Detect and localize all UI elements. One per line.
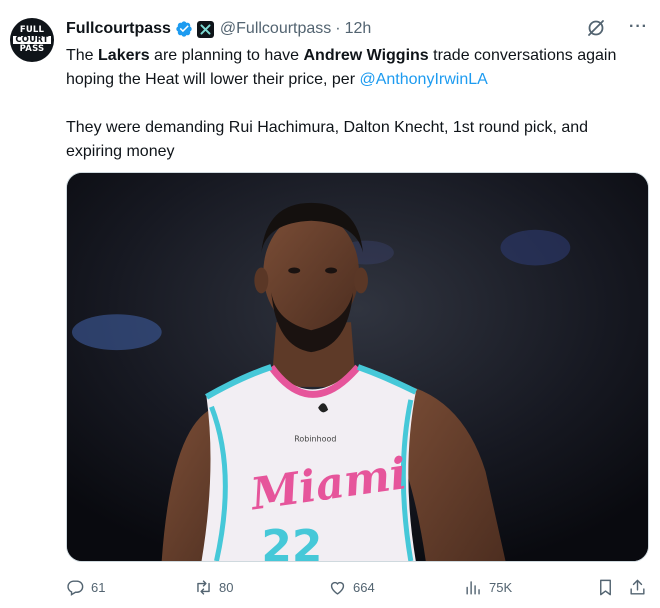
views-count: 75K (489, 580, 513, 595)
tweet-header: Fullcourtpass @Fullcourtpass · 12h ··· (66, 18, 650, 40)
views-chart-icon (466, 581, 480, 595)
share-icon (630, 579, 645, 595)
avatar[interactable]: FULL COURT PASS (10, 18, 54, 62)
repost-icon (197, 580, 210, 595)
bookmark-button[interactable] (596, 578, 621, 597)
text-segment: are planning to have (149, 47, 304, 64)
tweet-timestamp[interactable]: 12h (345, 20, 372, 38)
author-name[interactable]: Fullcourtpass (66, 20, 171, 38)
bookmark-icon (600, 579, 611, 596)
tweet-image[interactable]: Miami Robinhood 22 (66, 172, 649, 562)
separator-dot: · (335, 20, 341, 37)
reply-button[interactable]: 61 (66, 578, 105, 597)
like-button[interactable]: 664 (328, 578, 375, 597)
avatar-text-line2: COURT (13, 34, 51, 45)
jersey-sponsor: Robinhood (294, 435, 336, 444)
text-bold-wiggins: Andrew Wiggins (303, 47, 429, 64)
tweet-text: The Lakers are planning to have Andrew W… (66, 44, 646, 164)
heart-icon (330, 581, 345, 595)
repost-button[interactable]: 80 (194, 578, 233, 597)
jersey-number: 22 (261, 521, 322, 561)
like-count: 664 (353, 580, 375, 595)
tweet-paragraph-2: They were demanding Rui Hachimura, Dalto… (66, 119, 589, 160)
text-segment: The (66, 47, 99, 64)
more-options-icon[interactable]: ··· (629, 18, 648, 36)
views-button[interactable]: 75K (464, 578, 512, 597)
verified-badge-icon[interactable] (175, 20, 193, 38)
author-handle[interactable]: @Fullcourtpass (220, 20, 331, 38)
reply-icon (67, 580, 84, 596)
share-button[interactable] (628, 578, 653, 597)
avatar-text-line1: FULL (19, 25, 45, 36)
avatar-text-line3: PASS (19, 44, 45, 55)
tweet-actions: 61 80 664 75K (66, 572, 650, 602)
reply-count: 61 (91, 580, 106, 595)
mention-link[interactable]: @AnthonyIrwinLA (359, 71, 487, 88)
repost-count: 80 (219, 580, 234, 595)
text-bold-lakers: Lakers (98, 47, 150, 64)
affiliate-badge-icon[interactable] (196, 20, 214, 38)
tweet-paragraph-1: The Lakers are planning to have Andrew W… (66, 44, 646, 92)
grok-icon[interactable] (586, 18, 606, 38)
